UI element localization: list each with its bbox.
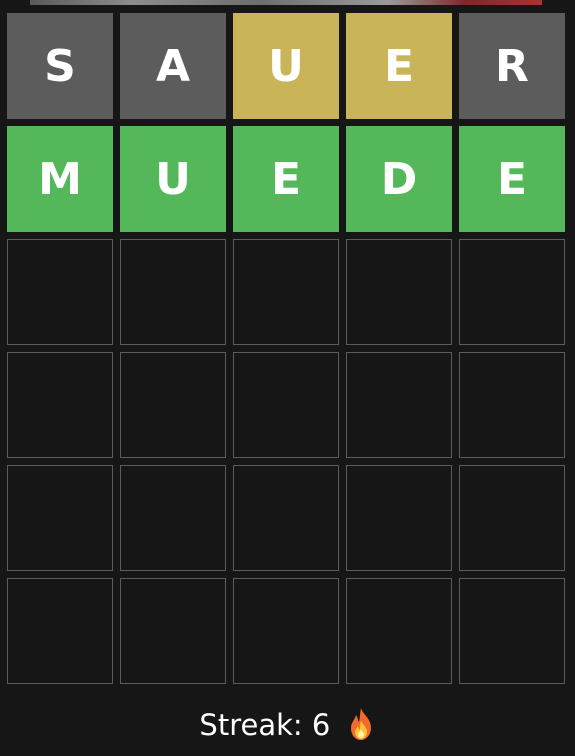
streak-label: Streak: 6 (199, 708, 331, 742)
empty-tile (346, 465, 452, 571)
empty-tile (120, 578, 226, 684)
empty-tile (233, 578, 339, 684)
letter-tile-present: E (346, 13, 452, 119)
game-board: SAUERMUEDE (7, 13, 565, 684)
empty-tile (120, 352, 226, 458)
empty-tile (346, 578, 452, 684)
empty-tile (346, 352, 452, 458)
empty-tile (120, 465, 226, 571)
empty-tile (7, 239, 113, 345)
header-image-strip (0, 0, 575, 6)
fire-icon (346, 706, 376, 740)
letter-tile-absent: A (120, 13, 226, 119)
empty-tile (233, 352, 339, 458)
empty-tile (7, 578, 113, 684)
letter-tile-correct: U (120, 126, 226, 232)
empty-tile (7, 465, 113, 571)
letter-tile-correct: M (7, 126, 113, 232)
empty-tile (233, 465, 339, 571)
empty-tile (346, 239, 452, 345)
empty-tile (233, 239, 339, 345)
letter-tile-absent: S (7, 13, 113, 119)
letter-tile-absent: R (459, 13, 565, 119)
empty-tile (459, 465, 565, 571)
letter-tile-correct: D (346, 126, 452, 232)
empty-tile (459, 578, 565, 684)
empty-tile (459, 352, 565, 458)
streak-counter: Streak: 6 (0, 700, 575, 750)
empty-tile (120, 239, 226, 345)
letter-tile-present: U (233, 13, 339, 119)
header-image-sliver (30, 0, 542, 5)
empty-tile (459, 239, 565, 345)
letter-tile-correct: E (233, 126, 339, 232)
empty-tile (7, 352, 113, 458)
letter-tile-correct: E (459, 126, 565, 232)
